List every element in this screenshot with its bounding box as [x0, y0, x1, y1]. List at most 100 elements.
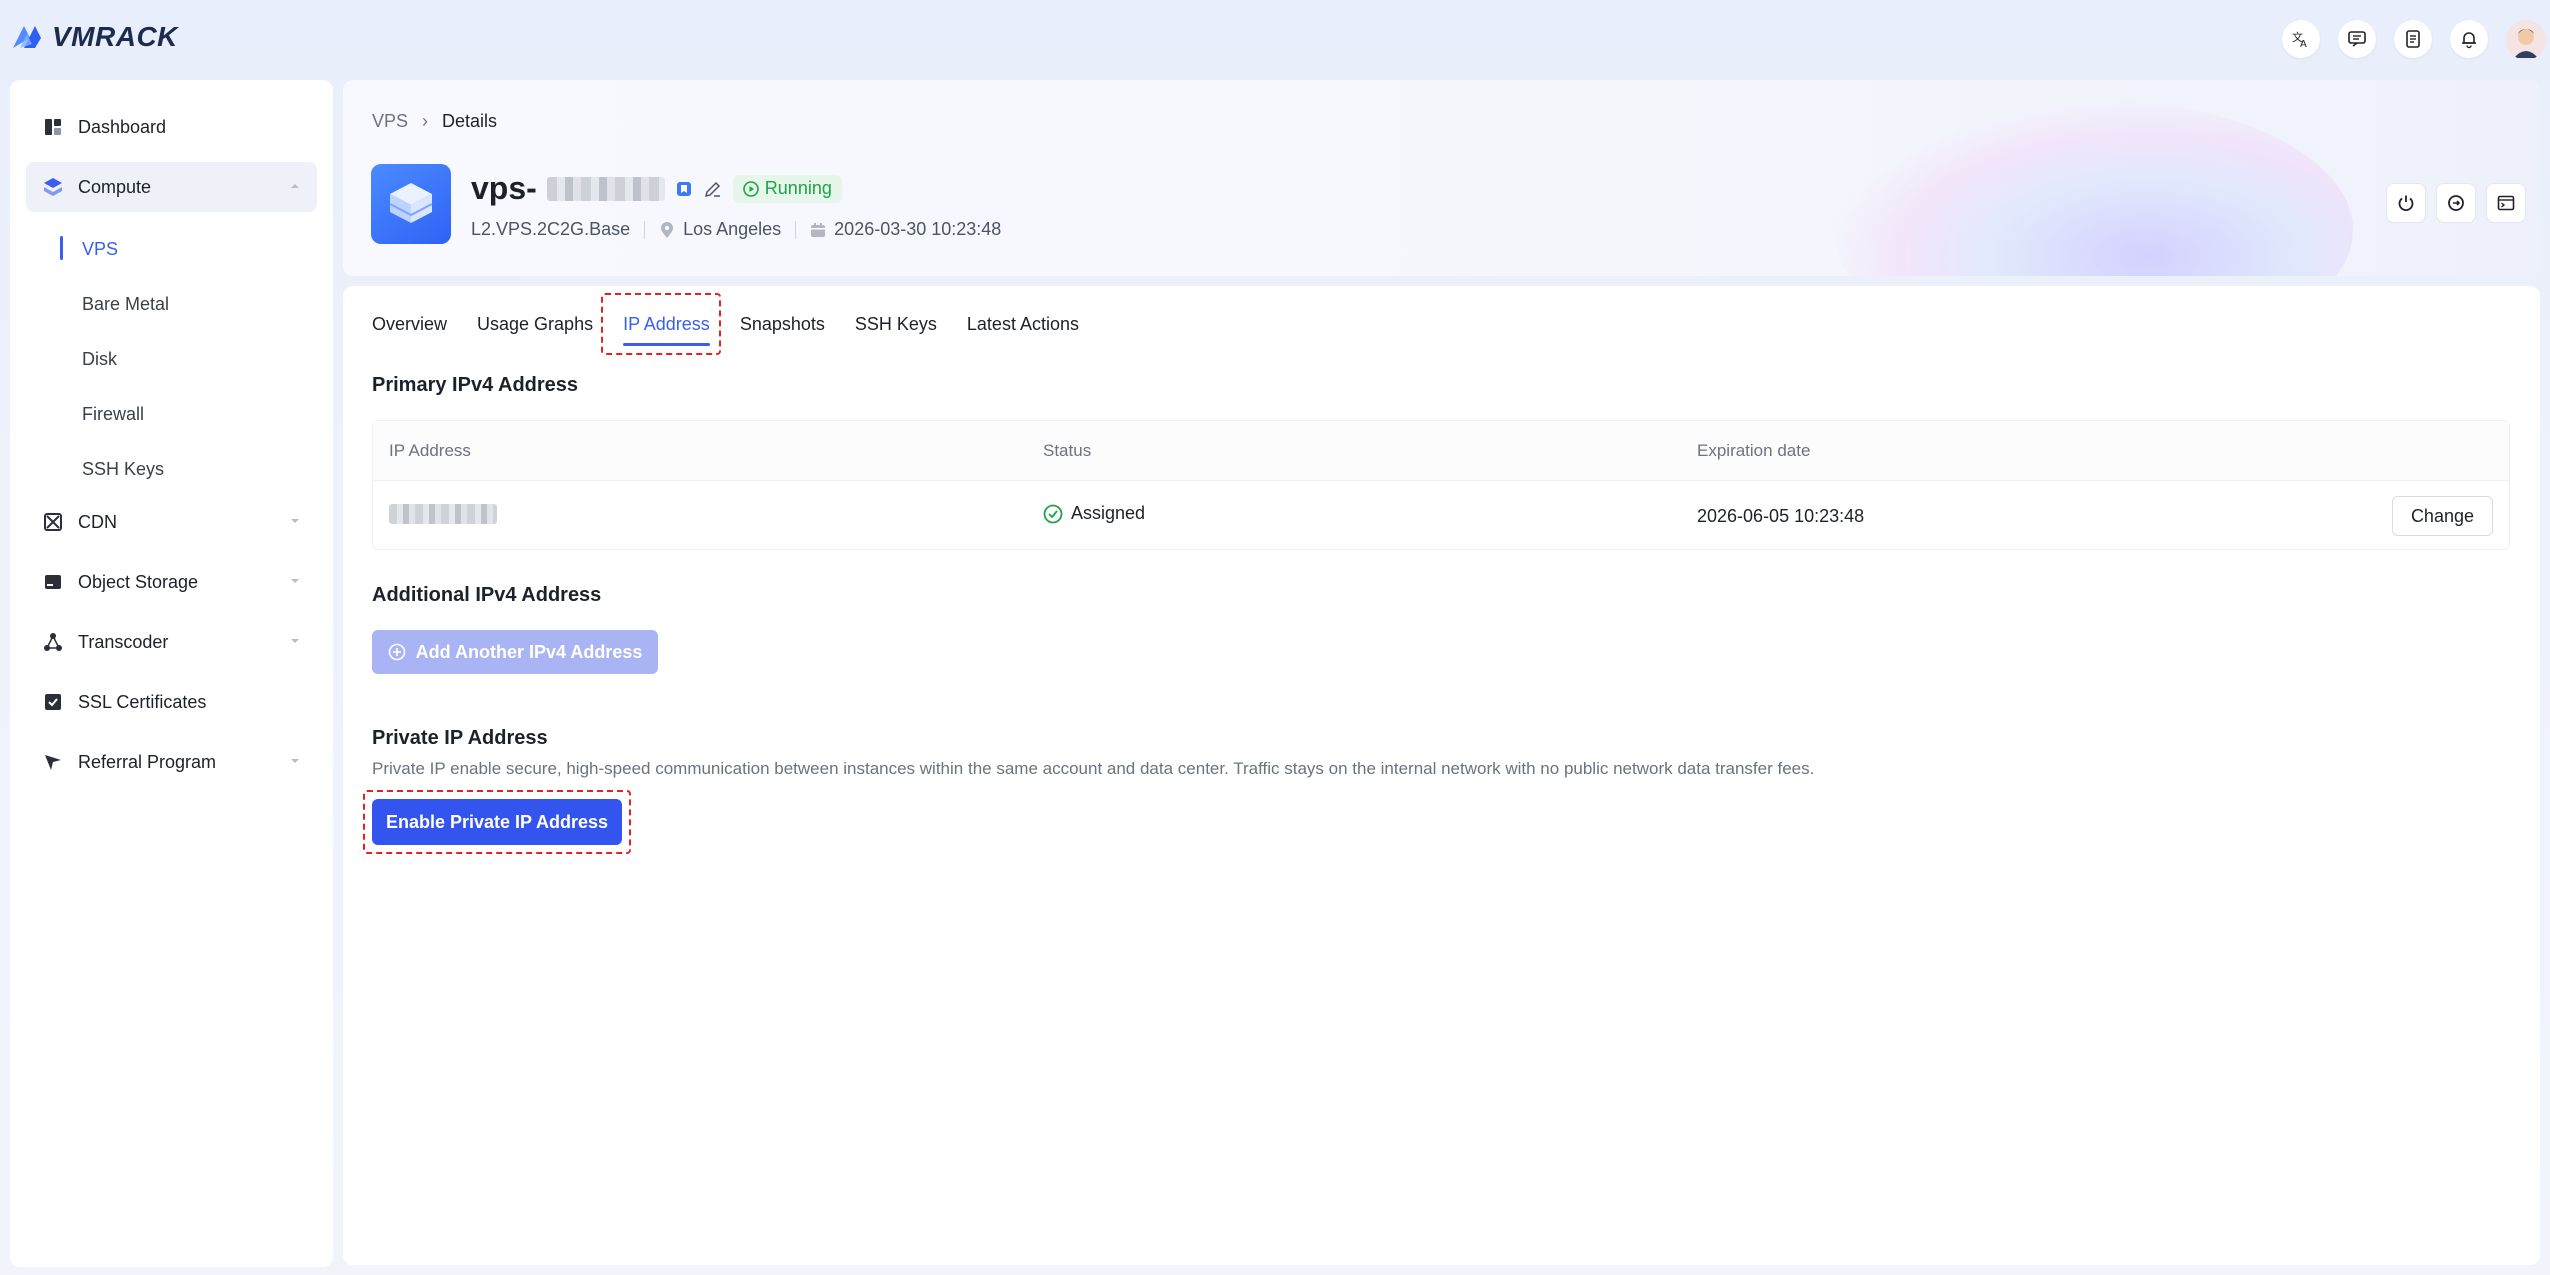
terminal-icon — [2497, 195, 2515, 211]
top-bar: VMRACK 文A — [0, 0, 2550, 80]
certificate-icon — [42, 691, 64, 713]
add-ipv4-button[interactable]: Add Another IPv4 Address — [372, 630, 658, 674]
transcoder-icon — [42, 631, 64, 653]
user-avatar[interactable] — [2506, 20, 2546, 60]
tab-usage-graphs[interactable]: Usage Graphs — [462, 304, 608, 344]
enable-private-ip-button[interactable]: Enable Private IP Address — [372, 799, 622, 845]
cdn-icon — [42, 511, 64, 533]
meta-divider — [795, 220, 797, 239]
change-ip-button[interactable]: Change — [2391, 496, 2493, 536]
top-actions: 文A — [2282, 20, 2546, 60]
primary-ipv4-title: Primary IPv4 Address — [372, 374, 579, 396]
tab-ip-address[interactable]: IP Address — [608, 304, 725, 346]
chevron-down-icon — [291, 519, 299, 523]
reboot-icon — [2448, 195, 2464, 211]
private-ip-description: Private IP enable secure, high-speed com… — [372, 759, 1815, 778]
compute-submenu: VPS Bare Metal Disk Firewall SSH Keys — [26, 222, 317, 497]
sidebar-item-ssl-certificates[interactable]: SSL Certificates — [26, 677, 317, 727]
sidebar-item-label: SSL Certificates — [78, 691, 207, 712]
status-text: Running — [764, 178, 832, 198]
reboot-button[interactable] — [2436, 183, 2476, 223]
instance-location: Los Angeles — [659, 219, 781, 240]
instance-created: 2026-03-30 10:23:48 — [810, 219, 1001, 240]
instance-meta: L2.VPS.2C2G.Base Los Angeles 2026-03-30 … — [471, 219, 1001, 240]
tab-ssh-keys[interactable]: SSH Keys — [840, 304, 952, 344]
meta-divider — [644, 220, 646, 239]
instance-name-redacted — [546, 176, 665, 201]
vmrack-logo-icon — [13, 26, 41, 48]
breadcrumb-current: Details — [442, 111, 498, 131]
additional-ipv4-title: Additional IPv4 Address — [372, 584, 602, 606]
created-text: 2026-03-30 10:23:48 — [834, 219, 1002, 239]
storage-icon — [42, 571, 64, 593]
ip-value-redacted — [373, 503, 1027, 529]
instance-header: VPS › Details vps- Running L2.VPS.2C2G.B… — [343, 80, 2540, 276]
table-row: Assigned 2026-06-05 10:23:48 Change — [373, 481, 2509, 551]
play-circle-icon — [742, 180, 759, 197]
ip-address-panel: Overview Usage Graphs IP Address Snapsho… — [343, 286, 2540, 1265]
breadcrumb-separator: › — [422, 111, 429, 131]
vps-product-icon — [371, 164, 451, 244]
column-ip-address: IP Address — [389, 440, 471, 460]
power-icon — [2398, 195, 2414, 212]
sidebar-subitem-bare-metal[interactable]: Bare Metal — [26, 277, 317, 332]
ip-status: Assigned — [1027, 503, 1681, 529]
breadcrumb-parent[interactable]: VPS — [372, 111, 408, 132]
table-header: IP Address Status Expiration date — [373, 421, 2509, 481]
dashboard-icon — [42, 116, 64, 138]
sidebar-item-referral-program[interactable]: Referral Program — [26, 737, 317, 787]
sidebar-item-cdn[interactable]: CDN — [26, 497, 317, 547]
status-badge: Running — [732, 174, 842, 203]
chevron-down-icon — [291, 579, 299, 583]
tab-snapshots[interactable]: Snapshots — [725, 304, 840, 344]
tab-latest-actions[interactable]: Latest Actions — [952, 304, 1094, 344]
sidebar-item-transcoder[interactable]: Transcoder — [26, 617, 317, 667]
sidebar-item-label: Dashboard — [78, 116, 167, 137]
chevron-up-icon — [291, 184, 299, 188]
sidebar-item-compute[interactable]: Compute — [26, 162, 317, 212]
instance-name: vps- — [471, 170, 537, 206]
bell-icon[interactable] — [2450, 20, 2488, 58]
breadcrumb: VPS › Details — [372, 111, 497, 132]
column-expiration: Expiration date — [1697, 440, 1811, 460]
referral-icon — [42, 751, 64, 773]
location-pin-icon — [661, 221, 674, 238]
sidebar-subitem-firewall[interactable]: Firewall — [26, 387, 317, 442]
edit-icon[interactable] — [703, 179, 723, 199]
plus-circle-icon — [388, 643, 405, 661]
sidebar: Dashboard Compute VPS Bare Metal Disk Fi… — [10, 80, 333, 1267]
sidebar-subitem-vps[interactable]: VPS — [26, 222, 317, 277]
sidebar-item-label: Transcoder — [78, 631, 169, 652]
private-ip-title: Private IP Address — [372, 727, 548, 749]
chat-icon[interactable] — [2338, 20, 2376, 58]
instance-title: vps- Running — [471, 170, 842, 207]
sidebar-item-label: Object Storage — [78, 571, 199, 592]
brand-logo[interactable]: VMRACK — [10, 20, 178, 54]
sidebar-subitem-ssh-keys[interactable]: SSH Keys — [26, 442, 317, 497]
document-icon[interactable] — [2394, 20, 2432, 58]
compute-icon — [42, 176, 64, 198]
calendar-icon — [811, 222, 826, 237]
bookmark-icon[interactable] — [675, 180, 693, 198]
sidebar-subitem-disk[interactable]: Disk — [26, 332, 317, 387]
console-button[interactable] — [2486, 183, 2526, 223]
sidebar-item-object-storage[interactable]: Object Storage — [26, 557, 317, 607]
brand-name: VMRACK — [52, 21, 178, 52]
status-text: Assigned — [1071, 503, 1146, 524]
tab-overview[interactable]: Overview — [372, 304, 462, 344]
chevron-down-icon — [291, 759, 299, 763]
column-status: Status — [1043, 440, 1092, 460]
primary-ipv4-table: IP Address Status Expiration date Assign… — [372, 420, 2510, 550]
sidebar-item-label: Compute — [78, 176, 152, 197]
location-text: Los Angeles — [683, 219, 782, 239]
translate-icon[interactable]: 文A — [2282, 20, 2320, 58]
check-circle-icon — [1043, 504, 1063, 524]
instance-actions — [2386, 183, 2526, 223]
svg-text:A: A — [2300, 39, 2307, 49]
sidebar-item-label: CDN — [78, 511, 117, 532]
sidebar-item-dashboard[interactable]: Dashboard — [26, 102, 317, 152]
detail-tabs: Overview Usage Graphs IP Address Snapsho… — [372, 304, 1094, 346]
header-decoration — [1833, 100, 2353, 276]
instance-plan: L2.VPS.2C2G.Base — [471, 219, 631, 239]
power-button[interactable] — [2386, 183, 2426, 223]
